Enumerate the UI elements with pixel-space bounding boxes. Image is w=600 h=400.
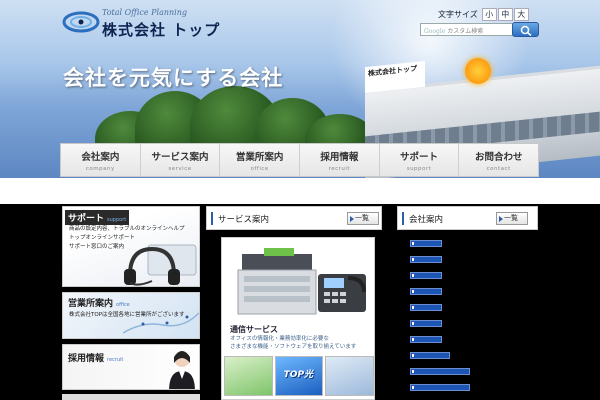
nav-sublabel: office <box>250 166 269 172</box>
news-link[interactable] <box>410 240 442 247</box>
left-banner-partial <box>62 394 200 400</box>
sun-icon <box>465 58 491 84</box>
font-size-medium-button[interactable]: 中 <box>497 7 513 21</box>
service-panel-header: サービス案内 一覧 <box>206 206 382 230</box>
font-size-small-button[interactable]: 小 <box>481 7 497 21</box>
thumbnail-eco[interactable] <box>224 356 273 396</box>
nav-label: 営業所案内 <box>235 152 284 163</box>
search-placeholder: カスタム検索 <box>447 28 484 35</box>
company-panel-title: 会社案内 <box>409 215 444 225</box>
news-link[interactable] <box>410 384 470 391</box>
nav-sublabel: company <box>85 166 115 172</box>
thumbnail-top-hikari[interactable]: TOP光 <box>274 356 324 396</box>
news-link[interactable] <box>410 368 470 375</box>
staff-photo <box>169 351 195 389</box>
news-link[interactable] <box>410 288 442 295</box>
news-link[interactable] <box>410 304 442 311</box>
nav-item-company[interactable]: 会社案内 company <box>61 144 141 176</box>
service-feature-line-2: さまざまな機能・ソフトウェアを取り揃えています <box>230 344 357 350</box>
nav-item-contact[interactable]: お問合わせ contact <box>459 144 538 176</box>
nav-label: サポート <box>400 152 439 163</box>
service-panel-title: サービス案内 <box>218 215 270 225</box>
company-name: 株式会社 トップ <box>102 21 221 39</box>
support-banner[interactable]: サポート support 商品の設定内容、トラブルのオンラインヘルプ トップオンラ… <box>62 206 200 287</box>
copier-phone-image <box>237 248 366 315</box>
news-link[interactable] <box>410 336 442 343</box>
service-more-button[interactable]: 一覧 <box>347 212 379 225</box>
nav-sublabel: service <box>168 166 192 172</box>
nav-sublabel: recruit <box>328 166 351 172</box>
nav-item-support[interactable]: サポート support <box>380 144 460 176</box>
company-panel-header: 会社案内 一覧 <box>397 206 538 230</box>
white-spacer <box>0 178 600 204</box>
service-feature-line-1: オフィスの情報化・業務効率化に必要な <box>230 336 329 342</box>
nav-label: 会社案内 <box>81 152 120 163</box>
catchphrase: 会社を元気にする会社 <box>63 66 284 90</box>
google-brand: Google <box>424 28 446 35</box>
support-line-3: サポート窓口のご案内 <box>69 244 125 250</box>
logo-subtitle: Total Office Planning <box>102 8 188 17</box>
nav-sublabel: support <box>406 166 432 172</box>
hero-banner: 株式会社トップ Total Office Planning 株式会社 トップ 文… <box>0 0 600 178</box>
nav-item-office[interactable]: 営業所案内 office <box>220 144 301 176</box>
company-logo[interactable]: Total Office Planning 株式会社 トップ <box>62 7 232 41</box>
support-line-1: 商品の設定内容、トラブルのオンラインヘルプ <box>69 226 185 232</box>
nav-item-recruit[interactable]: 採用情報 recruit <box>300 144 380 176</box>
nav-label: 採用情報 <box>320 152 359 163</box>
search-icon <box>520 25 532 37</box>
service-feature-title: 通信サービス <box>230 325 278 334</box>
logo-swirl-icon <box>62 11 100 33</box>
font-size-label: 文字サイズ <box>438 9 478 19</box>
search-button[interactable] <box>512 22 539 37</box>
company-news-list <box>410 238 530 400</box>
global-nav: 会社案内 company サービス案内 service 営業所案内 office… <box>60 143 539 177</box>
service-feature[interactable]: 通信サービス オフィスの情報化・業務効率化に必要な さまざまな機能・ソフトウェア… <box>221 237 375 400</box>
thumbnail-products[interactable] <box>325 356 374 396</box>
nav-label: サービス案内 <box>151 152 209 163</box>
font-size-switcher: 文字サイズ 小 中 大 <box>438 7 529 21</box>
recruit-title: 採用情報 recruit <box>68 354 124 364</box>
news-link[interactable] <box>410 320 442 327</box>
nav-sublabel: contact <box>486 166 511 172</box>
map-graphic <box>122 312 199 334</box>
font-size-large-button[interactable]: 大 <box>513 7 529 21</box>
headset-icon <box>124 244 197 286</box>
recruit-banner[interactable]: 採用情報 recruit <box>62 344 200 390</box>
news-link[interactable] <box>410 272 442 279</box>
top-hikari-logo: TOP光 <box>283 370 314 380</box>
nav-item-service[interactable]: サービス案内 service <box>141 144 221 176</box>
support-title: サポート support <box>65 210 130 225</box>
news-link[interactable] <box>410 352 450 359</box>
office-banner[interactable]: 営業所案内 office 株式会社TOPは全国各地に営業所がございます <box>62 292 200 339</box>
service-thumbnails: TOP光 <box>224 356 374 396</box>
company-more-button[interactable]: 一覧 <box>496 212 528 225</box>
nav-label: お問合わせ <box>474 152 523 163</box>
news-link[interactable] <box>410 256 442 263</box>
